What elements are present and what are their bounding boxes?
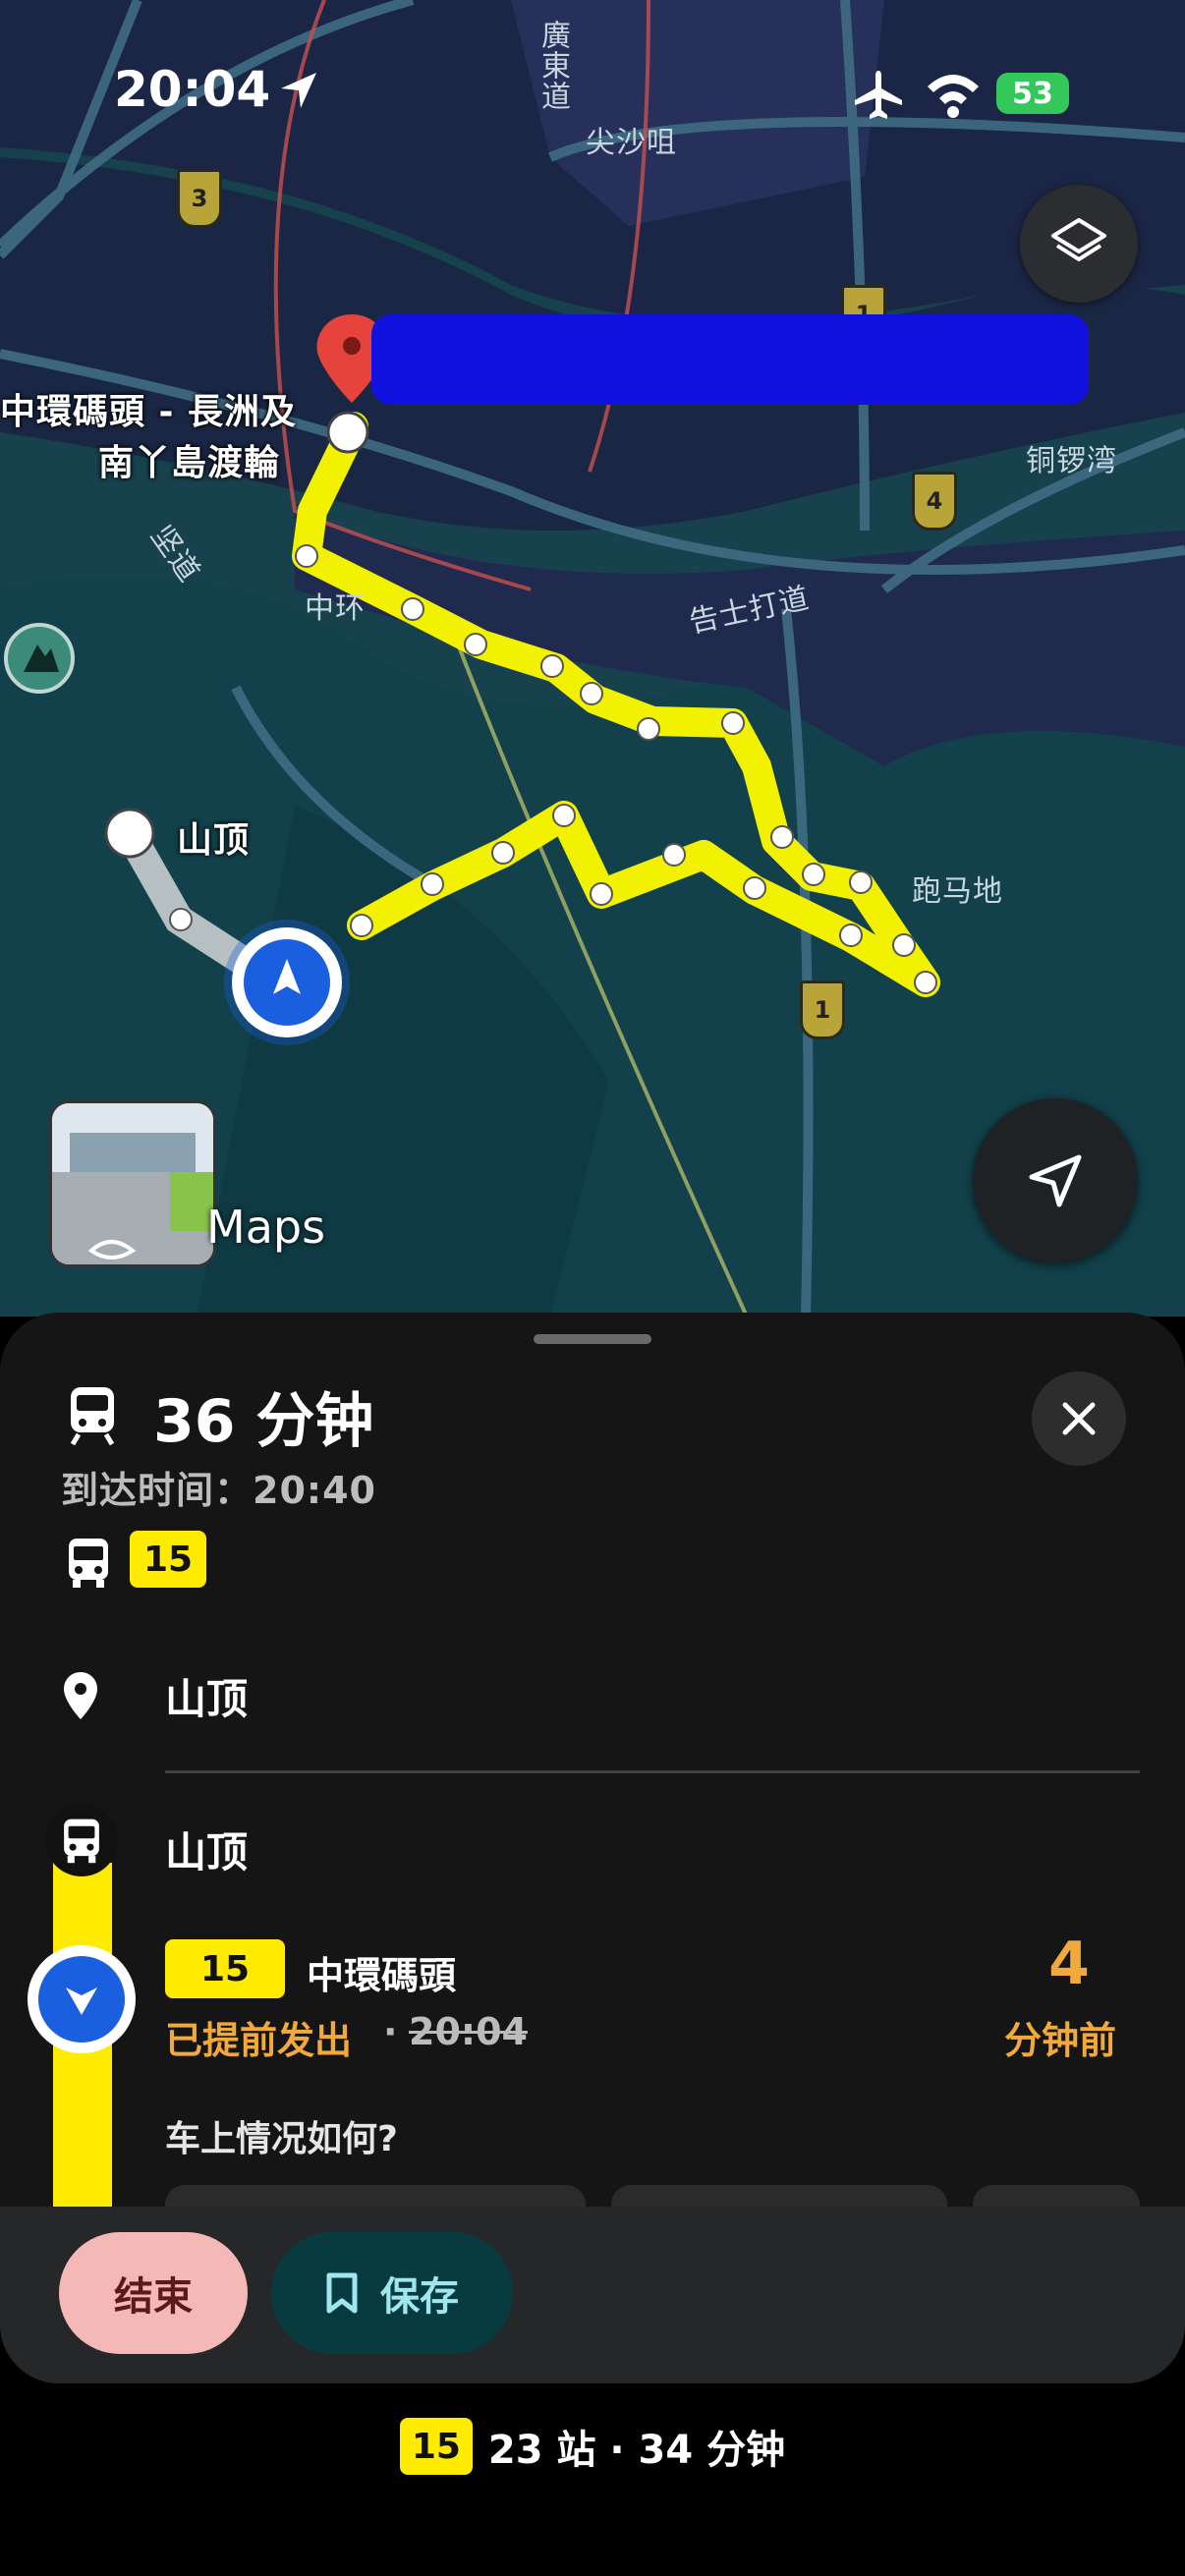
end-button-label: 结束: [114, 2274, 193, 2320]
save-button-label: 保存: [380, 2274, 459, 2320]
current-position-marker: [28, 1945, 136, 2053]
layers-icon: [1051, 218, 1106, 261]
bus-icon: [69, 1539, 108, 1588]
boarding-stop-name[interactable]: 山顶: [165, 1820, 248, 1879]
navigation-chevron-icon: [66, 1988, 97, 2015]
bus-icon: [64, 1819, 99, 1864]
navigation-arrow-icon: [1029, 1154, 1082, 1207]
minutes-ago-unit: 分钟前: [1004, 2019, 1117, 2062]
scheduled-time: 20:04: [409, 2010, 528, 2053]
route-shield-3: 3: [177, 169, 222, 228]
map-label-central-pier-2[interactable]: 南丫島渡輪: [98, 434, 280, 485]
map-view[interactable]: 廣東道 尖沙咀 中環碼頭 - 長洲及 南丫島渡輪 铜锣湾 告士打道 中环 坚道 …: [0, 0, 1185, 1316]
route-shield-4: 4: [912, 472, 957, 531]
trip-summary-footer[interactable]: 15 23 站 · 34 分钟: [0, 2417, 1185, 2476]
map-label-happy-valley: 跑马地: [912, 874, 1003, 909]
location-arrow-icon: [281, 73, 316, 108]
status-time: 20:04: [114, 61, 271, 118]
line-destination: 中環碼頭: [307, 1954, 457, 1997]
route-shield-1-south: 1: [800, 980, 845, 1039]
airplane-icon: [855, 71, 902, 119]
close-button[interactable]: [1032, 1372, 1126, 1466]
battery-indicator: 53: [996, 73, 1069, 114]
street-view-image: [52, 1103, 213, 1264]
battery-level: 53: [1012, 76, 1053, 111]
transit-icon: [70, 1387, 115, 1446]
trip-summary: 23 站 · 34 分钟: [487, 2428, 786, 2473]
departure-status: 已提前发出: [165, 2019, 353, 2062]
save-button[interactable]: 保存: [271, 2232, 513, 2354]
destination-name[interactable]: 山顶: [165, 1666, 248, 1726]
wifi-icon: [928, 75, 979, 118]
map-label-central-pier-1[interactable]: 中環碼頭 - 長洲及: [0, 383, 297, 434]
minutes-ago-value: 4: [1048, 1930, 1090, 1998]
map-label-central: 中环: [305, 591, 366, 626]
recenter-button[interactable]: [973, 1098, 1138, 1263]
separator: ·: [383, 2010, 398, 2053]
redacted-label: [371, 314, 1089, 405]
trip-duration: 36 分钟: [153, 1387, 374, 1456]
close-icon: [1062, 1402, 1096, 1435]
boarding-bus-marker: [45, 1804, 118, 1876]
bookmark-icon: [326, 2272, 358, 2314]
line-badge: 15: [399, 2418, 473, 2475]
arrival-time: 到达时间：20:40: [61, 1469, 376, 1512]
line-badge: 15: [130, 1531, 206, 1588]
line-badge[interactable]: 15: [165, 1939, 285, 1998]
status-bar: 20:04 53: [0, 61, 1185, 130]
street-view-thumbnail[interactable]: [49, 1100, 216, 1267]
sheet-drag-handle[interactable]: [534, 1334, 651, 1344]
layers-button[interactable]: [1020, 185, 1138, 303]
action-bar: 结束 保存: [0, 2207, 1185, 2383]
maps-watermark: Maps: [206, 1201, 326, 1254]
divider: [165, 1770, 1140, 1773]
map-label-the-peak[interactable]: 山顶: [177, 812, 250, 863]
map-label-causeway-bay: 铜锣湾: [1026, 444, 1117, 478]
destination-pin-icon: [64, 1672, 97, 1719]
end-button[interactable]: 结束: [59, 2232, 248, 2354]
crowding-question: 车上情况如何?: [165, 2119, 398, 2159]
